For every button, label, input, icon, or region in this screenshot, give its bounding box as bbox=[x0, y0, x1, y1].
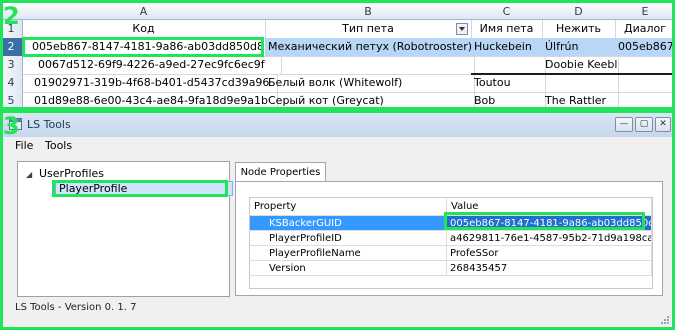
cell-b4[interactable]: Белый волк (Whitewolf) bbox=[265, 74, 475, 93]
header-cell-pet-name[interactable]: Имя пета bbox=[471, 20, 543, 39]
cell-b3[interactable] bbox=[265, 56, 475, 75]
property-name-ksbackerguid[interactable]: KSBackerGUID bbox=[250, 216, 447, 231]
column-header-c[interactable]: C bbox=[471, 4, 543, 20]
column-header-a[interactable]: A bbox=[22, 4, 266, 20]
title-bar[interactable]: LS Tools — ▢ ✕ bbox=[1, 113, 674, 137]
maximize-button[interactable]: ▢ bbox=[635, 117, 653, 132]
row-header-3[interactable]: 3 bbox=[0, 56, 23, 75]
menu-bar: File Tools bbox=[1, 137, 674, 154]
cell-d4[interactable] bbox=[542, 74, 619, 93]
minimize-button[interactable]: — bbox=[615, 117, 633, 132]
grid-header-property[interactable]: Property bbox=[250, 198, 447, 216]
cell-d5[interactable]: The Rattler bbox=[542, 92, 619, 111]
cell-a4[interactable]: 01902971-319b-4f68-b401-d5437cd39a96 bbox=[22, 74, 278, 93]
filter-dropdown-icon[interactable] bbox=[456, 23, 468, 35]
grid-header-value[interactable]: Value bbox=[447, 198, 652, 216]
header-cell-undead[interactable]: Нежить bbox=[542, 20, 616, 39]
column-header-b[interactable]: B bbox=[265, 4, 472, 20]
tree-expand-icon[interactable]: ◢ bbox=[26, 170, 32, 179]
cell-c4[interactable]: Toutou bbox=[471, 74, 546, 93]
cell-b2[interactable]: Механический петух (Robotrooster) bbox=[265, 38, 475, 57]
profile-tree[interactable]: ◢ UserProfiles PlayerProfile bbox=[17, 161, 233, 297]
cell-a5[interactable]: 01d89e88-6e00-43c4-ae84-9fa18d9e9a1b bbox=[22, 92, 278, 111]
property-value-playerprofilename[interactable]: ProfeSSor bbox=[447, 246, 652, 261]
property-name-playerprofileid[interactable]: PlayerProfileID bbox=[250, 231, 447, 246]
cell-e2[interactable]: 005eb867- bbox=[615, 38, 675, 57]
property-value-playerprofileid[interactable]: a4629811-76e1-4587-95b2-71d9a198ca64 bbox=[447, 231, 652, 246]
property-name-version[interactable]: Version bbox=[250, 261, 447, 276]
resize-grip-icon[interactable] bbox=[660, 315, 670, 325]
cell-d2[interactable]: Úlfrún bbox=[542, 38, 619, 57]
window-title: LS Tools bbox=[27, 118, 71, 131]
cell-border-line bbox=[471, 73, 675, 75]
status-text: LS Tools - Version 0. 1. 7 bbox=[15, 302, 137, 313]
cell-e5[interactable] bbox=[615, 92, 675, 111]
cell-c2[interactable]: Huckebein bbox=[471, 38, 546, 57]
property-grid: Property Value KSBackerGUID 005eb867-814… bbox=[249, 197, 653, 289]
column-header-d[interactable]: D bbox=[542, 4, 616, 20]
row-header-5[interactable]: 5 bbox=[0, 92, 23, 111]
row-header-4[interactable]: 4 bbox=[0, 74, 23, 93]
cell-c5[interactable]: Bob bbox=[471, 92, 546, 111]
tab-node-properties[interactable]: Node Properties bbox=[235, 162, 326, 182]
spreadsheet: A B C D E 1 Код Тип пета Имя пета Нежить… bbox=[0, 0, 675, 112]
header-cell-pet-type[interactable]: Тип пета bbox=[265, 20, 472, 39]
header-cell-code[interactable]: Код bbox=[22, 20, 266, 39]
column-header-e[interactable]: E bbox=[615, 4, 675, 20]
cell-b5[interactable]: Серый кот (Greycat) bbox=[265, 92, 475, 111]
tree-node-userprofiles[interactable]: UserProfiles bbox=[39, 167, 104, 180]
property-name-playerprofilename[interactable]: PlayerProfileName bbox=[250, 246, 447, 261]
close-button[interactable]: ✕ bbox=[655, 117, 671, 132]
ls-tools-window: LS Tools — ▢ ✕ File Tools ◢ UserProfiles… bbox=[0, 112, 675, 330]
row-header-2[interactable]: 2 bbox=[0, 38, 23, 57]
cell-a3[interactable]: 0067d512-69f9-4226-a9ed-27ec9fc6ec9f bbox=[22, 56, 282, 75]
node-properties-panel: Property Value KSBackerGUID 005eb867-814… bbox=[235, 181, 663, 296]
cell-e4[interactable] bbox=[615, 74, 675, 93]
header-cell-dialog[interactable]: Диалог bbox=[615, 20, 675, 39]
menu-file[interactable]: File bbox=[15, 139, 33, 152]
annotation-number-3: 3 bbox=[3, 112, 20, 140]
tree-node-playerprofile[interactable]: PlayerProfile bbox=[55, 181, 233, 196]
menu-tools[interactable]: Tools bbox=[45, 139, 72, 152]
cell-a2[interactable]: 005eb867-8147-4181-9a86-ab03dd850d85 bbox=[22, 38, 276, 57]
property-value-version[interactable]: 268435457 bbox=[447, 261, 652, 276]
property-value-ksbackerguid[interactable]: 005eb867-8147-4181-9a86-ab03dd850d85 bbox=[447, 216, 652, 231]
annotation-number-2: 2 bbox=[3, 2, 20, 30]
